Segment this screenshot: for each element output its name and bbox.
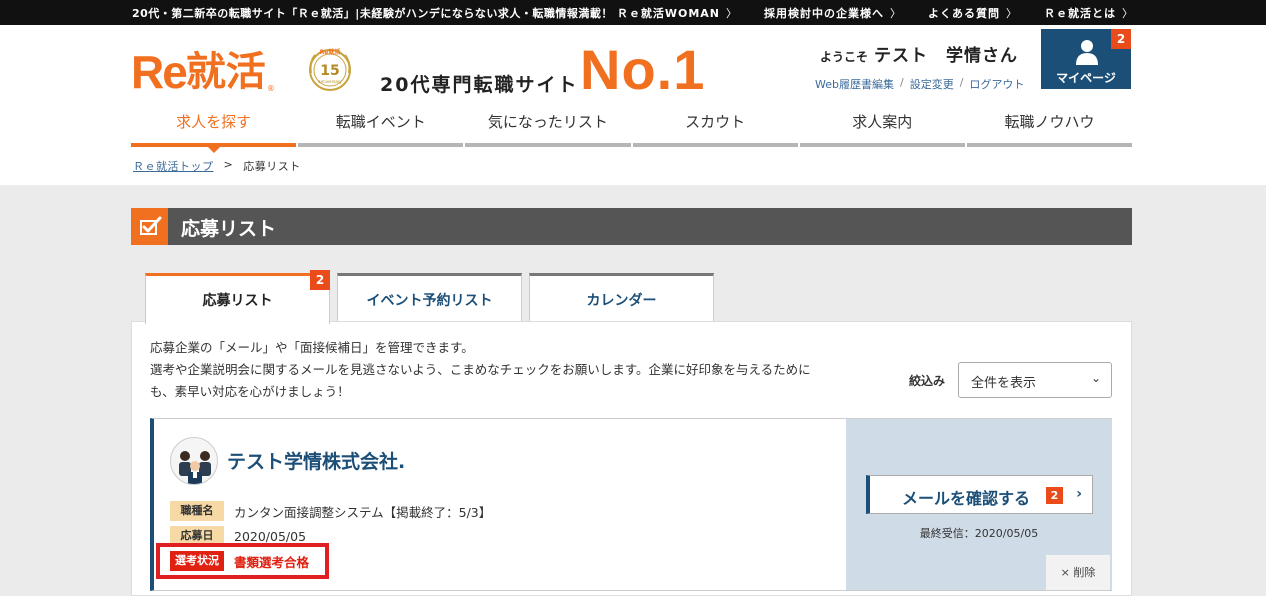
mail-count-badge: 2 (1046, 487, 1063, 504)
chevron-right-icon: 〉 (890, 7, 902, 20)
welcome-text: ようこそ テスト 学情さん (820, 46, 1019, 66)
site-subtitle: 20代専門転職サイト (380, 74, 579, 96)
breadcrumb: Ｒｅ就活トップ > 応募リスト (133, 158, 301, 174)
user-name: テスト 学情さん (874, 46, 1019, 66)
site-tagline: 20代・第二新卒の転職サイト「Ｒｅ就活」|未経験がハンデにならない求人・転職情報… (132, 7, 613, 20)
no1-label: No.1 (580, 38, 706, 101)
tab-calendar[interactable]: カレンダー (529, 273, 714, 323)
svg-text:Re就活: Re就活 (320, 48, 341, 56)
nav-item-job-search[interactable]: 求人を探す (131, 107, 297, 153)
nav-item-favorites[interactable]: 気になったリスト (465, 107, 631, 147)
company-avatar (170, 437, 218, 485)
job-value: カンタン面接調整システム【掲載終了：5/3】 (234, 504, 492, 520)
tab-badge: 2 (310, 270, 330, 290)
breadcrumb-current: 応募リスト (243, 160, 301, 173)
intro-text: 応募企業の「メール」や「面接候補日」を管理できます。 選考や企業説明会に関するメ… (150, 340, 811, 399)
filter-select[interactable]: 全件を表示 ⌄ (958, 362, 1112, 398)
chevron-right-icon: 〉 (1006, 7, 1018, 20)
check-icon (131, 208, 168, 245)
nav-item-events[interactable]: 転職イベント (298, 107, 464, 147)
link-resume-edit[interactable]: Web履歴書編集 (815, 76, 894, 92)
top-bar: 20代・第二新卒の転職サイト「Ｒｅ就活」|未経験がハンデにならない求人・転職情報… (0, 0, 1266, 25)
link-logout[interactable]: ログアウト (969, 76, 1024, 92)
top-link-woman[interactable]: Ｒｅ就活WOMAN 〉 (617, 5, 738, 21)
tab-application-list[interactable]: 応募リスト 2 (145, 270, 330, 324)
tab-event-reservations[interactable]: イベント予約リスト (337, 273, 522, 323)
mypage-button[interactable]: マイページ 2 (1041, 29, 1131, 89)
breadcrumb-home[interactable]: Ｒｅ就活トップ (133, 158, 214, 174)
chevron-right-icon: 〉 (726, 7, 738, 20)
status-highlight-box (156, 543, 329, 579)
delete-button[interactable]: × 削除 (1046, 555, 1110, 590)
chevron-right-icon: 〉 (1122, 7, 1134, 20)
chevron-right-icon: › (1076, 486, 1082, 502)
filter-label: 絞込み (909, 374, 946, 388)
link-settings[interactable]: 設定変更 (910, 76, 954, 92)
job-label: 職種名 (170, 501, 224, 521)
svg-text:15: 15 (320, 63, 339, 79)
top-links: Ｒｅ就活WOMAN 〉 採用検討中の企業様へ〉 よくある質問〉 Ｒｅ就活とは〉 (617, 5, 1134, 21)
account-links: Web履歴書編集 / 設定変更 / ログアウト (815, 76, 1025, 92)
site-header: Re 就活 ® Re就活 15 anniversary 20代専門転職サイト N… (0, 25, 1266, 185)
page-title-bar: 応募リスト (131, 208, 1132, 245)
site-logo[interactable]: Re 就活 ® (131, 47, 275, 95)
application-card: テスト学情株式会社. 職種名 カンタン面接調整システム【掲載終了：5/3】 応募… (150, 418, 1112, 591)
nav-item-scout[interactable]: スカウト (632, 107, 798, 147)
anniversary-badge-icon: Re就活 15 anniversary (309, 48, 351, 91)
application-panel: 応募企業の「メール」や「面接候補日」を管理できます。 選考や企業説明会に関するメ… (131, 321, 1132, 596)
job-row: 職種名 カンタン面接調整システム【掲載終了：5/3】 (170, 501, 491, 521)
nav-item-knowhow[interactable]: 転職ノウハウ (966, 107, 1133, 147)
page-title: 応募リスト (181, 218, 277, 240)
top-link-faq[interactable]: よくある質問〉 (928, 5, 1018, 21)
company-name[interactable]: テスト学情株式会社. (227, 447, 405, 474)
nav-item-job-guide[interactable]: 求人案内 (799, 107, 965, 147)
date-value: 2020/05/05 (234, 528, 307, 544)
last-received: 最終受信：2020/05/05 (919, 527, 1039, 540)
mypage-label: マイページ (1056, 71, 1116, 85)
person-icon (1076, 40, 1098, 65)
top-link-about[interactable]: Ｒｅ就活とは〉 (1044, 5, 1134, 21)
mail-side-panel: メールを確認する 2 › 最終受信：2020/05/05 × 削除 (846, 419, 1112, 590)
main-content: 応募リスト 応募リスト 2 イベント予約リスト カレンダー 応募企業の「メール」… (0, 185, 1266, 596)
svg-text:anniversary: anniversary (318, 79, 342, 84)
main-nav: 求人を探す 転職イベント 気になったリスト スカウト 求人案内 転職ノウハウ (131, 107, 1133, 153)
close-icon: × (1060, 566, 1070, 579)
chevron-down-icon: ⌄ (1090, 371, 1101, 385)
check-mail-button[interactable]: メールを確認する 2 › (866, 475, 1093, 514)
mypage-badge: 2 (1111, 29, 1131, 49)
top-link-employers[interactable]: 採用検討中の企業様へ〉 (764, 5, 902, 21)
